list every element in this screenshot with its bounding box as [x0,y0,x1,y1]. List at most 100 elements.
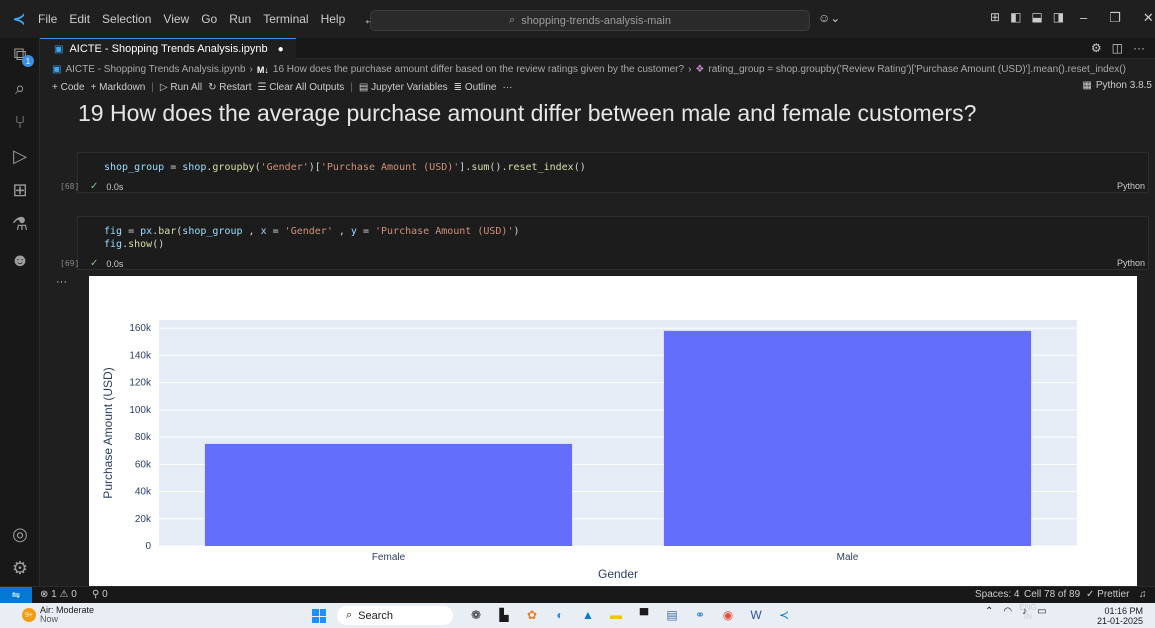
y-tick-label: 60k [135,459,152,470]
breadcrumb-file[interactable]: AICTE - Shopping Trends Analysis.ipynb [65,64,245,75]
account-icon[interactable]: ◎ [0,518,40,550]
breadcrumb-section[interactable]: 16 How does the purchase amount differ b… [273,64,684,75]
menu-file[interactable]: File [38,12,57,26]
widgets-app-icon[interactable]: ❁ [468,607,484,623]
weather-widget[interactable]: 9+ Air: Moderate Now [22,606,94,624]
run-all-button[interactable]: ▷ Run All [160,82,202,93]
breadcrumb-symbol[interactable]: rating_group = shop.groupby('Review Rati… [708,64,1126,75]
toggle-panel-icon[interactable]: ⬓ [1031,10,1042,24]
code-cell[interactable]: fig = px.bar(shop_group , x = 'Gender' ,… [77,216,1149,270]
copilot-chat-icon[interactable]: ☻ [0,244,40,276]
variables-icon: ▤ [358,82,372,93]
restore-icon[interactable]: ❐ [1109,10,1121,26]
code-token: fig [104,226,123,237]
store-app-icon[interactable]: ▲ [580,607,596,623]
clear-outputs-button[interactable]: ☰ Clear All Outputs [257,82,344,93]
more-actions-icon[interactable]: ··· [1133,41,1145,55]
outline-button[interactable]: ≣ Outline [454,82,497,93]
chart-output: 0 20k 40k 60k 80k 100k 120k 140k 160k Female Male G… [89,276,1137,586]
add-markdown-button[interactable]: + Markdown [91,82,146,93]
code-token: )[ [308,162,321,173]
code-token: groupby [212,162,255,173]
taskbar-search[interactable]: ⌕ Search [337,606,453,625]
indentation-indicator[interactable]: Spaces: 4 [975,589,1019,600]
minimize-icon[interactable]: – [1080,10,1087,26]
file-explorer-icon[interactable]: ▬ [608,607,624,623]
copilot-app-icon[interactable]: ✿ [524,607,540,623]
weather-icon: 9+ [22,608,36,622]
menu-run[interactable]: Run [229,12,251,26]
problems-indicator[interactable]: ⊗ 1 ⚠ 0 [40,589,77,600]
prettier-indicator[interactable]: ✓ Prettier [1086,589,1129,600]
close-icon[interactable]: ✕ [1143,10,1154,26]
system-clock[interactable]: 01:16 PM 21-01-2025 [1097,606,1143,626]
source-control-icon[interactable]: ⑂ [0,106,40,138]
cell-position-indicator[interactable]: Cell 78 of 89 [1024,589,1080,600]
extensions-icon[interactable]: ⊞ [0,174,40,206]
y-tick-label: 160k [129,323,152,334]
notepad-app-icon[interactable]: ▤ [664,607,680,623]
code-token: sum [471,162,490,173]
task-view-icon[interactable]: ▙ [496,607,512,623]
copilot-icon[interactable]: ☺⌄ [818,11,840,25]
command-center[interactable]: ⌕ shopping-trends-analysis-main [370,10,810,31]
window-controls: – ❐ ✕ [1080,10,1154,26]
chevron-up-icon[interactable]: ⌃ [985,606,993,617]
start-button-windows-icon[interactable] [312,609,326,623]
variables-button[interactable]: ▤ Jupyter Variables [359,82,448,93]
markdown-heading[interactable]: 19 How does the average purchase amount … [78,100,976,127]
unsaved-dot-icon[interactable]: ● [278,44,284,55]
remote-indicator-icon[interactable]: ⇋ [0,587,32,604]
code-line[interactable]: fig = px.bar(shop_group , x = 'Gender' ,… [104,226,520,237]
cell-language[interactable]: Python [1117,258,1145,268]
output-actions-icon[interactable]: ··· [56,276,67,288]
code-token: shop_group [104,162,165,173]
code-cell[interactable]: shop_group = shop.groupby('Gender')['Pur… [77,152,1149,193]
explorer-icon[interactable]: ⧉ 1 [0,38,40,70]
manage-gear-icon[interactable]: ⚙ [0,552,40,584]
clock-time: 01:16 PM [1104,606,1144,616]
code-token: 'Purchase Amount (USD)' [320,162,460,173]
toggle-secondary-sidebar-icon[interactable]: ◨ [1053,10,1064,24]
split-editor-icon[interactable]: ◫ [1112,41,1123,55]
language-indicator[interactable]: ENG IN [1019,603,1036,621]
menu-view[interactable]: View [163,12,189,26]
wifi-icon[interactable]: ◠ [1003,606,1012,617]
teams-app-icon[interactable]: ⚭ [692,607,708,623]
code-line[interactable]: shop_group = shop.groupby('Gender')['Pur… [104,162,586,173]
tab-notebook[interactable]: ▣ AICTE - Shopping Trends Analysis.ipynb… [40,38,296,59]
menu-terminal[interactable]: Terminal [263,12,308,26]
restart-label: Restart [219,82,252,93]
prettier-label: Prettier [1097,589,1130,600]
run-debug-icon[interactable]: ▷ [0,140,40,172]
word-app-icon[interactable]: W [748,607,764,623]
settings-gear-icon[interactable]: ⚙ [1091,41,1102,55]
code-line[interactable]: fig.show() [104,239,164,250]
menu-go[interactable]: Go [201,12,217,26]
code-token: () [573,162,586,173]
cell-language[interactable]: Python [1117,181,1145,191]
chevron-right-icon: › [688,64,692,75]
notifications-bell-icon[interactable]: ♫ [1139,589,1147,600]
mail-app-icon[interactable]: ▀ [636,607,652,623]
search-view-icon[interactable]: ⌕ [0,72,40,104]
more-toolbar-icon[interactable]: ··· [503,82,513,93]
title-bar: ≺ File Edit Selection View Go Run Termin… [0,0,1155,38]
battery-icon[interactable]: ▭ [1037,606,1046,617]
kernel-picker[interactable]: ▦ Python 3.8.5 [1082,80,1152,91]
layout-customize-icon[interactable]: ⊞ [990,10,1000,24]
vscode-app-icon[interactable]: ≺ [776,607,792,623]
toggle-sidebar-icon[interactable]: ◧ [1010,10,1021,24]
code-token: , [242,226,261,237]
restart-button[interactable]: ↻ Restart [208,82,251,93]
add-code-button[interactable]: + Code [52,82,85,93]
y-tick-label: 120k [129,378,152,389]
menu-selection[interactable]: Selection [102,12,151,26]
code-token: = [164,162,183,173]
edge-browser-icon[interactable]: ◐ [552,607,568,623]
menu-help[interactable]: Help [321,12,346,26]
testing-icon[interactable]: ⚗ [0,208,40,240]
chrome-browser-icon[interactable]: ◉ [720,607,736,623]
menu-edit[interactable]: Edit [69,12,90,26]
ports-indicator[interactable]: ⚲ 0 [92,589,108,600]
